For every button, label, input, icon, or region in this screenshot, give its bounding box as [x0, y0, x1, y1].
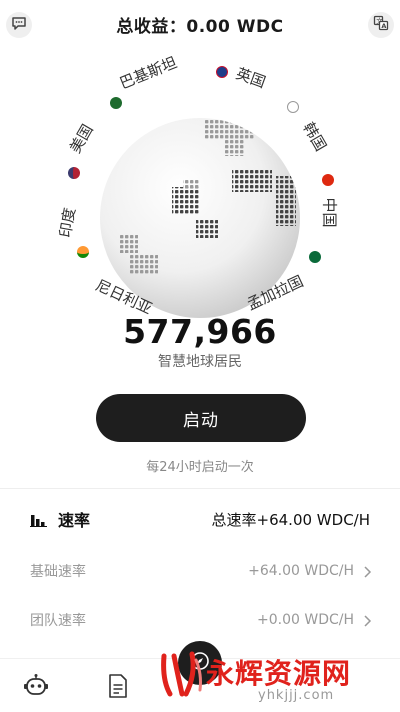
flag-uk-icon — [216, 66, 228, 78]
rate-row-team[interactable]: 团队速率 +0.00 WDC/H — [30, 608, 372, 632]
flag-india-icon — [77, 246, 89, 258]
rate-title: 速率 — [58, 511, 91, 530]
watermark-url: yhkjjj.com — [258, 688, 335, 703]
flag-usa-icon — [68, 167, 80, 179]
watermark-text: 永辉资源网 — [206, 657, 352, 690]
globe-panel: 巴基斯坦 英国 韩国 中国 孟加拉国 尼日利亚 印度 美国 — [0, 50, 400, 320]
rate-row-label: 基础速率 — [30, 564, 86, 580]
flag-china-icon — [322, 174, 334, 186]
resident-count-label: 智慧地球居民 — [158, 354, 242, 370]
rate-row-label: 团队速率 — [30, 613, 86, 629]
translate-icon: 文 A — [373, 15, 389, 35]
robot-icon — [23, 673, 49, 703]
tab-document[interactable] — [103, 673, 133, 703]
flag-bangladesh-icon — [309, 251, 321, 263]
chevron-right-icon — [362, 613, 372, 627]
start-note: 每24小时启动一次 — [146, 460, 254, 475]
globe-graphic — [100, 118, 300, 318]
rate-header: 速率 总速率+64.00 WDC/H — [30, 507, 370, 531]
rate-total: 总速率+64.00 WDC/H — [211, 510, 370, 529]
flag-korea-icon — [287, 101, 299, 113]
header: 总收益：0.00 WDC 文 A — [0, 0, 400, 50]
translate-button[interactable]: 文 A — [368, 12, 394, 38]
rate-row-value: +0.00 WDC/H — [257, 612, 354, 628]
country-label-china: 中国 — [320, 197, 339, 228]
svg-text:A: A — [381, 22, 386, 30]
watermark: 永辉资源网 yhkjjj.com — [160, 648, 375, 708]
document-icon — [107, 673, 129, 703]
start-button[interactable]: 启动 — [96, 394, 306, 442]
page-title: 总收益：0.00 WDC — [116, 17, 284, 37]
rate-row-value: +64.00 WDC/H — [248, 563, 354, 579]
rate-row-base[interactable]: 基础速率 +64.00 WDC/H — [30, 559, 372, 583]
watermark-logo-icon — [160, 650, 204, 702]
section-divider — [0, 488, 400, 489]
tab-robot[interactable] — [21, 673, 51, 703]
bar-chart-icon — [30, 512, 48, 527]
chevron-right-icon — [362, 564, 372, 578]
flag-pakistan-icon — [110, 97, 122, 109]
resident-count: 577,966 — [123, 312, 277, 351]
